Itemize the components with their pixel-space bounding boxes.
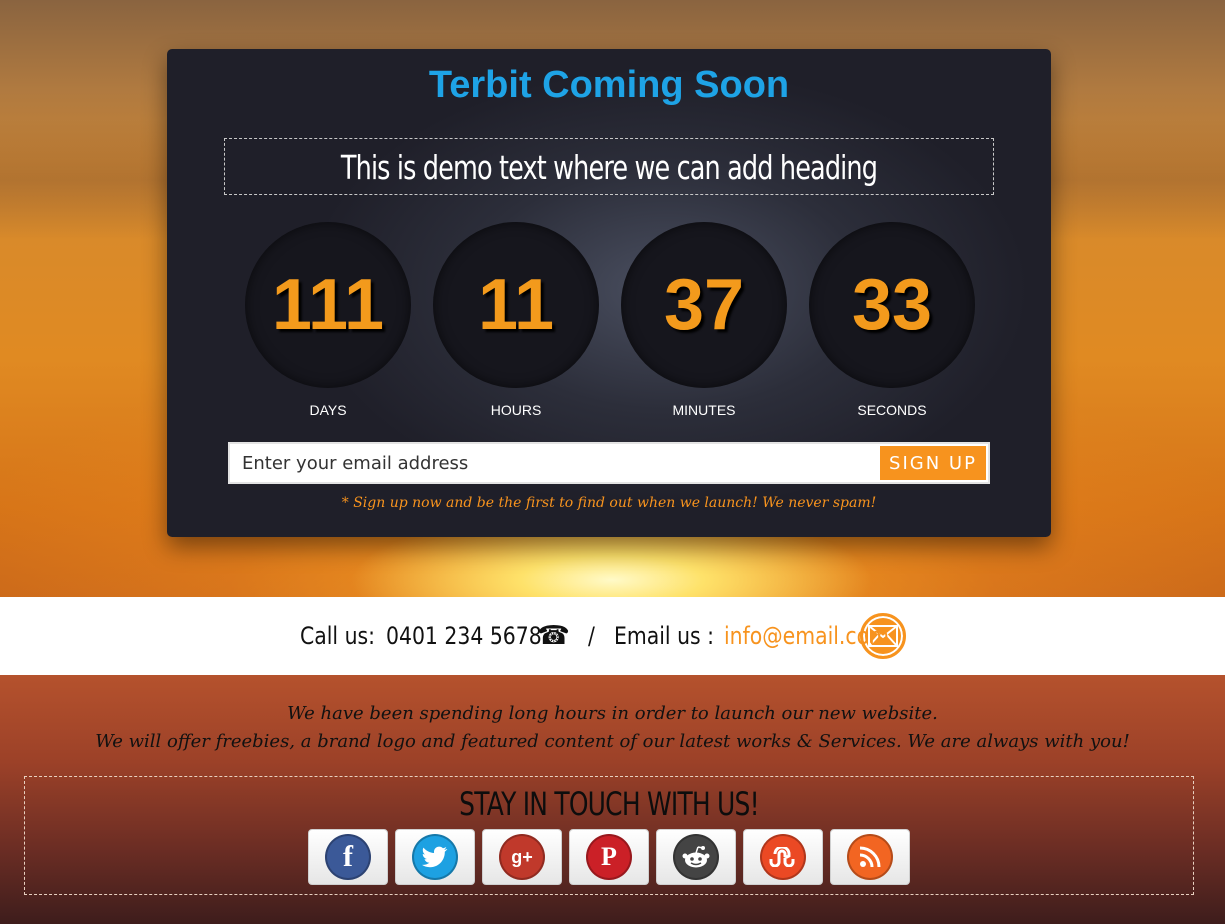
minutes-value: 37: [663, 265, 745, 345]
social-section: STAY IN TOUCH WITH US! f g+ P: [24, 776, 1194, 895]
countdown-panel: Terbit Coming Soon This is demo text whe…: [167, 49, 1051, 537]
google-plus-link[interactable]: g+: [482, 829, 562, 885]
tagline-line2: We will offer freebies, a brand logo and…: [95, 731, 1130, 752]
facebook-link[interactable]: f: [308, 829, 388, 885]
rss-icon: [847, 834, 893, 880]
hours-label: HOURS: [490, 402, 542, 418]
contact-row: Call us: 0401 234 5678 ☎ / Email us : in…: [300, 613, 906, 659]
pinterest-link[interactable]: P: [569, 829, 649, 885]
page-heading: This is demo text where we can add headi…: [340, 148, 878, 187]
twitter-link[interactable]: [395, 829, 475, 885]
contact-separator: /: [587, 622, 595, 650]
stumbleupon-link[interactable]: [743, 829, 823, 885]
google-plus-icon: g+: [499, 834, 545, 880]
reddit-icon: [673, 834, 719, 880]
signup-form: SIGN UP: [228, 442, 990, 484]
rss-link[interactable]: [830, 829, 910, 885]
minutes-label: MINUTES: [672, 402, 736, 418]
facebook-icon: f: [325, 834, 371, 880]
heading-box: This is demo text where we can add headi…: [224, 138, 994, 195]
contact-strip: Call us: 0401 234 5678 ☎ / Email us : in…: [0, 597, 1225, 675]
seconds-label: SECONDS: [857, 402, 927, 418]
signup-note: * Sign up now and be the first to find o…: [341, 495, 877, 511]
minutes-timer: 37: [621, 222, 787, 388]
seconds-value: 33: [851, 265, 933, 345]
pinterest-icon: P: [586, 834, 632, 880]
hours-value: 11: [477, 265, 555, 345]
email-input[interactable]: [230, 444, 880, 482]
days-timer: 111: [245, 222, 411, 388]
stumbleupon-icon: [760, 834, 806, 880]
hours-timer: 11: [433, 222, 599, 388]
twitter-icon: [412, 834, 458, 880]
days-value: 111: [271, 265, 385, 345]
email-link[interactable]: info@email.com: [724, 622, 889, 650]
days-label: DAYS: [309, 402, 347, 418]
sign-up-button[interactable]: SIGN UP: [880, 446, 986, 480]
tagline-line1: We have been spending long hours in orde…: [287, 703, 938, 724]
phone-number[interactable]: 0401 234 5678: [386, 622, 542, 650]
social-links: f g+ P: [308, 829, 910, 885]
stay-in-touch-title: STAY IN TOUCH WITH US!: [459, 785, 759, 823]
reddit-link[interactable]: [656, 829, 736, 885]
site-title: Terbit Coming Soon: [428, 64, 790, 106]
call-label: Call us:: [300, 622, 375, 650]
phone-icon: ☎: [537, 621, 570, 651]
email-label: Email us :: [613, 622, 714, 650]
seconds-timer: 33: [809, 222, 975, 388]
